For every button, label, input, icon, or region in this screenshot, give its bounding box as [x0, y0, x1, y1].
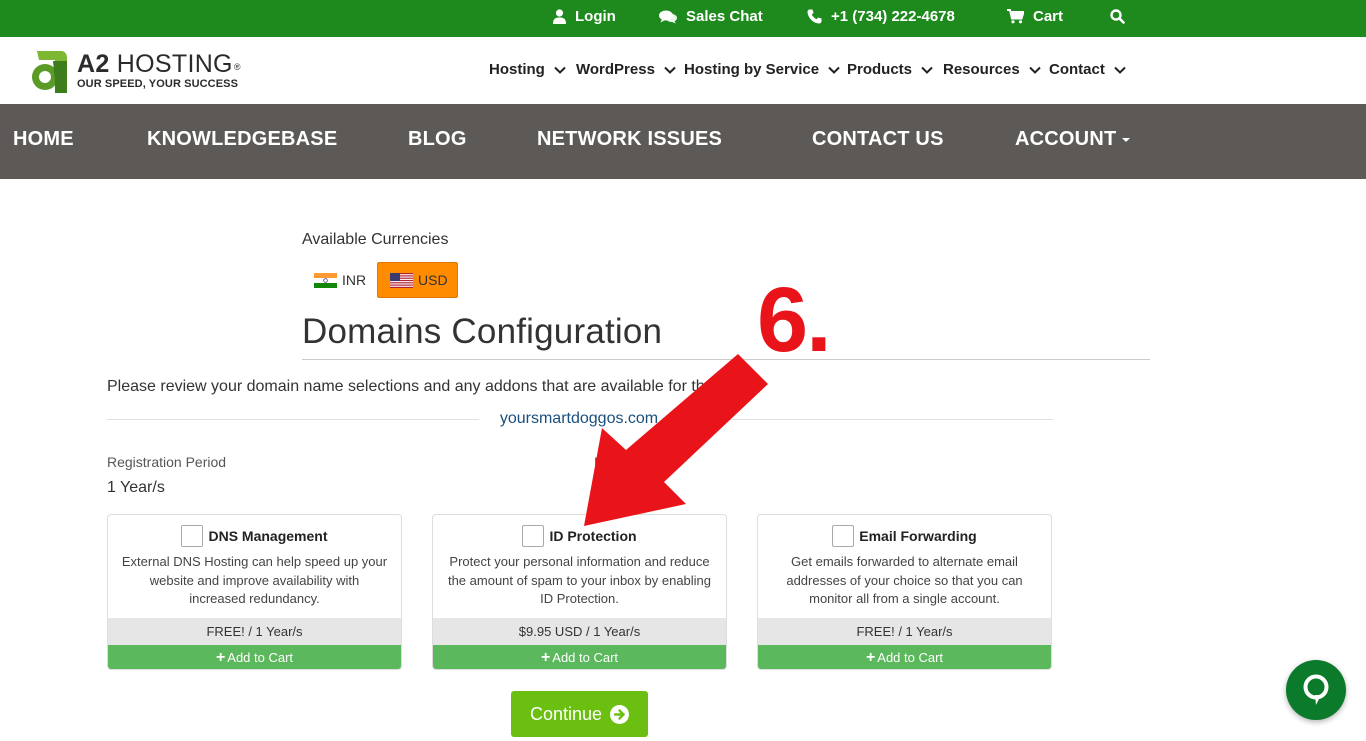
nav-home[interactable]: HOME — [13, 128, 74, 151]
chat-icon — [659, 10, 677, 23]
phone-link[interactable]: +1 (734) 222-4678 — [807, 0, 955, 33]
chevron-down-icon — [921, 66, 933, 74]
chevron-down-icon — [828, 66, 840, 74]
login-label: Login — [575, 8, 616, 25]
plus-icon: + — [215, 649, 226, 666]
cart-link[interactable]: Cart — [1007, 0, 1063, 33]
add-to-cart-button[interactable]: + Add to Cart — [108, 645, 401, 669]
nav-wordpress[interactable]: WordPress — [576, 61, 676, 78]
nav-contact[interactable]: Contact — [1049, 61, 1126, 78]
addon-title: Email Forwarding — [859, 528, 977, 544]
cart-icon — [1007, 9, 1024, 24]
nav-network-issues[interactable]: NETWORK ISSUES — [537, 128, 722, 151]
site-header: A2 HOSTING® OUR SPEED, YOUR SUCCESS Host… — [0, 37, 1366, 104]
user-icon — [553, 9, 566, 24]
addon-description: Get emails forwarded to alternate email … — [786, 554, 1023, 606]
continue-label: Continue — [529, 703, 603, 724]
registration-period-label: Registration Period — [107, 454, 227, 470]
plus-icon: + — [540, 649, 551, 666]
addon-card-email-forwarding: Email Forwarding Get emails forwarded to… — [757, 514, 1052, 670]
plus-icon: + — [865, 649, 876, 666]
search-button[interactable] — [1110, 0, 1134, 33]
addon-title: DNS Management — [208, 528, 328, 544]
india-flag-icon — [314, 272, 337, 288]
chevron-down-icon — [664, 66, 676, 74]
phone-number: +1 (734) 222-4678 — [831, 8, 955, 25]
chevron-down-icon — [554, 66, 566, 74]
chevron-down-icon — [1029, 66, 1041, 74]
nav-hosting-by-service[interactable]: Hosting by Service — [684, 61, 840, 78]
email-forwarding-checkbox[interactable] — [832, 525, 855, 547]
logo-tagline: OUR SPEED, YOUR SUCCESS — [77, 78, 239, 90]
addon-header: Email Forwarding — [758, 525, 1051, 547]
nav-hosting[interactable]: Hosting — [489, 61, 566, 78]
nav-contact-us[interactable]: CONTACT US — [812, 128, 944, 151]
currency-inr-button[interactable]: INR — [306, 262, 374, 298]
registration-period-value: 1 Year/s — [107, 479, 165, 496]
chat-widget-button[interactable] — [1286, 660, 1346, 720]
addon-header: DNS Management — [108, 525, 401, 547]
nav-products[interactable]: Products — [847, 61, 933, 78]
chevron-down-icon — [1114, 66, 1126, 74]
client-area-nav: HOME KNOWLEDGEBASE BLOG NETWORK ISSUES C… — [0, 104, 1366, 179]
annotation-arrow-icon — [584, 354, 768, 526]
page-title: Domains Configuration — [302, 312, 663, 351]
addon-description: External DNS Hosting can help speed up y… — [121, 554, 388, 606]
arrow-circle-right-icon — [610, 704, 630, 724]
top-utility-bar: Login Sales Chat +1 (734) 222-4678 Cart — [0, 0, 1366, 37]
cart-label: Cart — [1033, 8, 1064, 25]
a2-logo-icon — [32, 51, 67, 93]
sales-chat-link[interactable]: Sales Chat — [659, 0, 763, 33]
currency-inr-label: INR — [342, 272, 367, 288]
dns-management-checkbox[interactable] — [181, 525, 204, 547]
addon-price: $9.95 USD / 1 Year/s — [433, 618, 726, 645]
search-icon — [1110, 9, 1125, 24]
logo-brand: A2 HOSTING® — [77, 50, 241, 78]
login-link[interactable]: Login — [553, 0, 616, 33]
nav-account[interactable]: ACCOUNT — [1015, 128, 1131, 151]
continue-button[interactable]: Continue — [511, 691, 648, 737]
addon-price: FREE! / 1 Year/s — [758, 618, 1051, 645]
addon-description: Protect your personal information and re… — [447, 554, 712, 606]
a2-hosting-logo[interactable]: A2 HOSTING® OUR SPEED, YOUR SUCCESS — [27, 47, 257, 97]
chat-bubble-icon — [1303, 674, 1329, 705]
add-to-cart-button[interactable]: + Add to Cart — [433, 645, 726, 669]
add-to-cart-button[interactable]: + Add to Cart — [758, 645, 1051, 669]
nav-knowledgebase[interactable]: KNOWLEDGEBASE — [147, 128, 337, 151]
currencies-label: Available Currencies — [302, 231, 449, 248]
addon-title: ID Protection — [549, 528, 637, 544]
nav-blog[interactable]: BLOG — [408, 128, 467, 151]
nav-resources[interactable]: Resources — [943, 61, 1041, 78]
addon-card-id-protection: ID Protection Protect your personal info… — [432, 514, 727, 670]
us-flag-icon — [390, 272, 413, 288]
addon-card-dns-management: DNS Management External DNS Hosting can … — [107, 514, 402, 670]
phone-icon — [807, 9, 822, 24]
currency-usd-button[interactable]: USD — [377, 262, 458, 298]
sales-chat-label: Sales Chat — [686, 8, 763, 25]
caret-down-icon — [1122, 137, 1131, 142]
id-protection-checkbox[interactable] — [522, 525, 545, 547]
currency-usd-label: USD — [418, 272, 448, 288]
addon-price: FREE! / 1 Year/s — [108, 618, 401, 645]
